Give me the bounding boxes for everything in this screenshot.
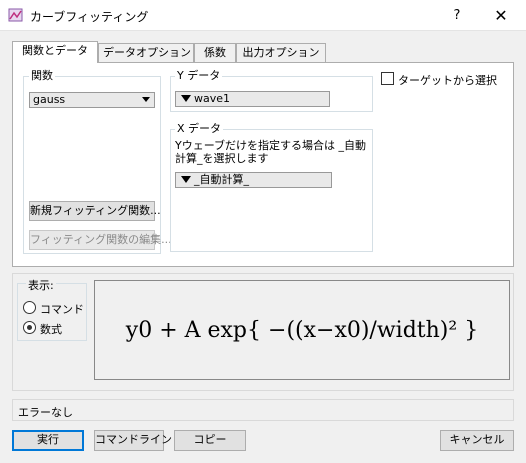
dropdown-triangle-icon (181, 95, 191, 102)
x-data-value: _自動計算_ (194, 173, 249, 186)
tab-output-options[interactable]: 出力オプション (236, 43, 326, 62)
x-data-label: X データ (175, 122, 224, 135)
radio-command[interactable] (23, 301, 36, 314)
formula-text: y0 + A exp{ −((x−x0)/width)² } (125, 317, 479, 343)
radio-command-label[interactable]: コマンド (40, 301, 84, 317)
formula-display: y0 + A exp{ −((x−x0)/width)² } (94, 280, 510, 380)
tab-coefficients[interactable]: 係数 (194, 43, 236, 62)
copy-button[interactable]: コピー (174, 430, 246, 451)
target-select-checkbox[interactable] (381, 72, 394, 85)
status-bar (12, 399, 514, 421)
y-data-select[interactable]: wave1 (175, 91, 330, 107)
edit-fit-function-button[interactable]: フィッティング関数の編集... (29, 230, 172, 250)
function-group-label: 関数 (29, 69, 55, 82)
x-data-select[interactable]: _自動計算_ (175, 172, 332, 188)
display-mode-label: 表示: (26, 277, 56, 293)
radio-formula-label[interactable]: 数式 (40, 321, 62, 337)
y-data-label: Y データ (175, 69, 223, 82)
chevron-down-icon (142, 97, 150, 102)
tab-data-options[interactable]: データオプション (98, 43, 194, 62)
window-title: カーブフィッティング (30, 10, 149, 24)
x-data-hint: Yウェーブだけを指定する場合は _自動計算_を選択します (175, 139, 367, 165)
app-icon (8, 8, 23, 22)
command-line-button[interactable]: コマンドライン (94, 430, 172, 451)
y-data-value: wave1 (194, 92, 231, 105)
status-text: エラーなし (18, 406, 73, 419)
close-button[interactable]: ✕ (488, 5, 514, 27)
execute-button[interactable]: 実行 (12, 430, 84, 451)
tab-function-and-data[interactable]: 関数とデータ (12, 41, 98, 63)
help-button[interactable]: ? (444, 5, 470, 27)
new-fit-function-button[interactable]: 新規フィッティング関数... (29, 201, 161, 221)
target-select-label[interactable]: ターゲットから選択 (398, 72, 497, 88)
cancel-button[interactable]: キャンセル (440, 430, 514, 451)
function-select[interactable]: gauss (29, 92, 155, 108)
dropdown-triangle-icon (181, 176, 191, 183)
radio-formula[interactable] (23, 321, 36, 334)
function-select-value: gauss (33, 93, 66, 106)
